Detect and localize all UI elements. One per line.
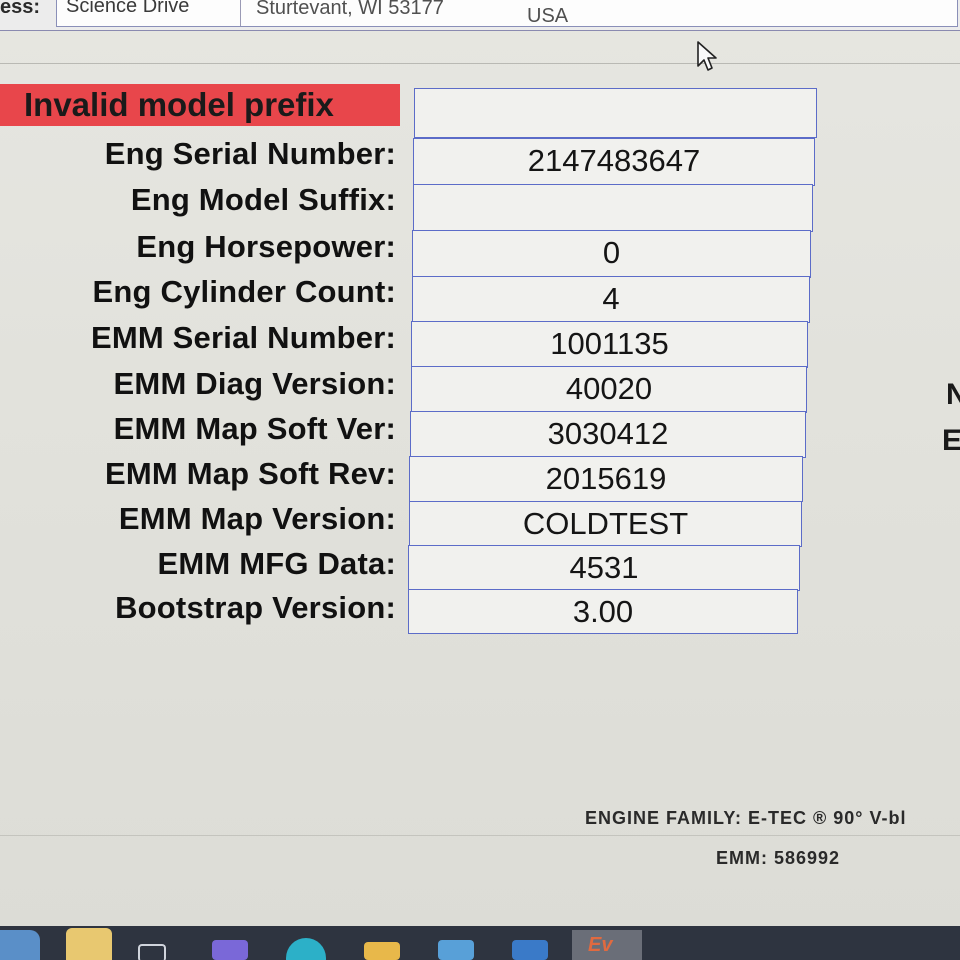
footer-divider (0, 835, 960, 836)
emm-mfg-data-label: EMM MFG Data: (157, 546, 396, 581)
address-city: Sturtevant, WI 53177 (256, 0, 444, 19)
address-street: Science Drive (66, 0, 190, 17)
copilot-icon[interactable] (212, 940, 248, 960)
screen: ess: Science Drive Sturtevant, WI 53177 … (0, 0, 960, 960)
evinrude-app-button[interactable]: Ev (572, 930, 642, 960)
bootstrap-version-field[interactable]: 3.00 (408, 589, 798, 634)
start-icon[interactable] (0, 930, 40, 960)
address-country: USA (527, 5, 569, 27)
separator (0, 63, 960, 64)
emm-serial-number-label: EMM Serial Number: (90, 320, 396, 355)
engine-family-text: ENGINE FAMILY: E-TEC ® 90° V-bl (585, 808, 907, 828)
address-label: ess: (0, 0, 41, 18)
evinrude-app-label: Ev (588, 934, 613, 956)
eng-cylinder-count-field[interactable]: 4 (412, 276, 810, 323)
bootstrap-version-label: Bootstrap Version: (115, 590, 396, 625)
emm-diag-version-field[interactable]: 40020 (411, 366, 807, 413)
outlook-icon[interactable] (512, 940, 548, 960)
emm-map-version-field[interactable]: COLDTEST (409, 501, 802, 547)
eng-serial-number-label: Eng Serial Number: (104, 136, 396, 171)
eng-model-suffix-field[interactable] (413, 184, 813, 232)
emm-map-soft-ver-label: EMM Map Soft Ver: (113, 411, 396, 446)
folder-icon[interactable] (66, 928, 112, 960)
emm-map-version-label: EMM Map Version: (118, 501, 396, 536)
file-explorer-icon[interactable] (364, 942, 400, 960)
eng-serial-number-field[interactable]: 2147483647 (413, 138, 815, 186)
emm-map-soft-rev-label: EMM Map Soft Rev: (104, 456, 396, 491)
emm-diag-version-label: EMM Diag Version: (113, 366, 396, 401)
eng-horsepower-label: Eng Horsepower: (136, 229, 396, 264)
emm-id-text: EMM: 586992 (716, 848, 841, 868)
right-edge-text: N (946, 378, 960, 411)
emm-map-soft-rev-field[interactable]: 2015619 (409, 456, 803, 502)
error-label: Invalid model prefix (24, 86, 334, 123)
eng-model-suffix-label: Eng Model Suffix: (130, 182, 396, 217)
model-prefix-field[interactable] (414, 88, 817, 138)
address-field[interactable] (56, 0, 958, 27)
right-edge-text: E (942, 424, 960, 457)
emm-serial-number-field[interactable]: 1001135 (411, 321, 808, 368)
mouse-cursor-icon (697, 41, 717, 71)
eng-horsepower-field[interactable]: 0 (412, 230, 811, 278)
store-icon[interactable] (438, 940, 474, 960)
address-divider (240, 0, 241, 26)
eng-cylinder-count-label: Eng Cylinder Count: (92, 274, 396, 309)
emm-mfg-data-field[interactable]: 4531 (408, 545, 800, 591)
task-view-icon[interactable] (138, 944, 166, 960)
emm-map-soft-ver-field[interactable]: 3030412 (410, 411, 806, 458)
